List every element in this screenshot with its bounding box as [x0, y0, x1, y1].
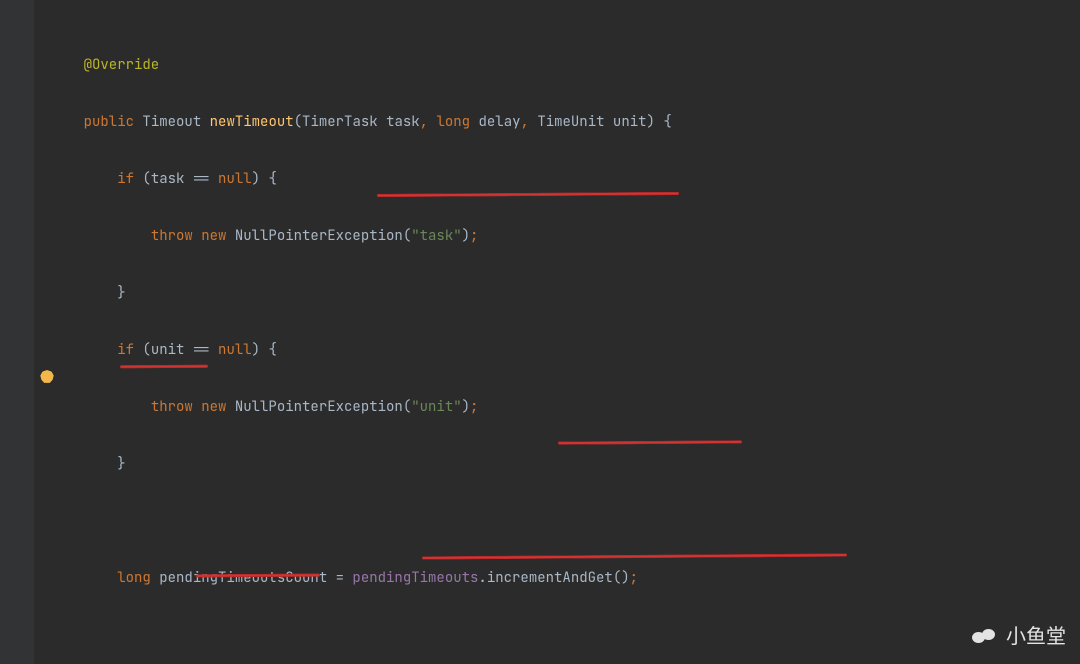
code-line: [50, 512, 982, 531]
code-line: throw new NullPointerException("task");: [50, 227, 982, 246]
gutter: [0, 0, 34, 664]
annotation-stroke: [120, 365, 208, 369]
annotation-stroke: [558, 440, 742, 444]
code-line: [50, 626, 982, 645]
code-editor[interactable]: @Override public Timeout newTimeout(Time…: [0, 0, 1080, 664]
code-line: @Override: [50, 56, 982, 75]
code-line: throw new NullPointerException("unit");: [50, 398, 982, 417]
code-line: long pendingTimeoutsCount = pendingTimeo…: [50, 569, 982, 588]
annotation-stroke: [422, 554, 847, 560]
code-line: if (unit == null) {: [50, 341, 982, 360]
watermark-text: 小鱼堂: [1006, 628, 1066, 647]
code-line: }: [50, 455, 982, 474]
code-line: }: [50, 284, 982, 303]
code-line: public Timeout newTimeout(TimerTask task…: [50, 113, 982, 132]
code-area[interactable]: @Override public Timeout newTimeout(Time…: [34, 0, 982, 664]
code-line: if (task == null) {: [50, 170, 982, 189]
annotation-stroke: [377, 192, 679, 197]
wechat-icon: [972, 626, 998, 648]
watermark: 小鱼堂: [972, 626, 1066, 648]
